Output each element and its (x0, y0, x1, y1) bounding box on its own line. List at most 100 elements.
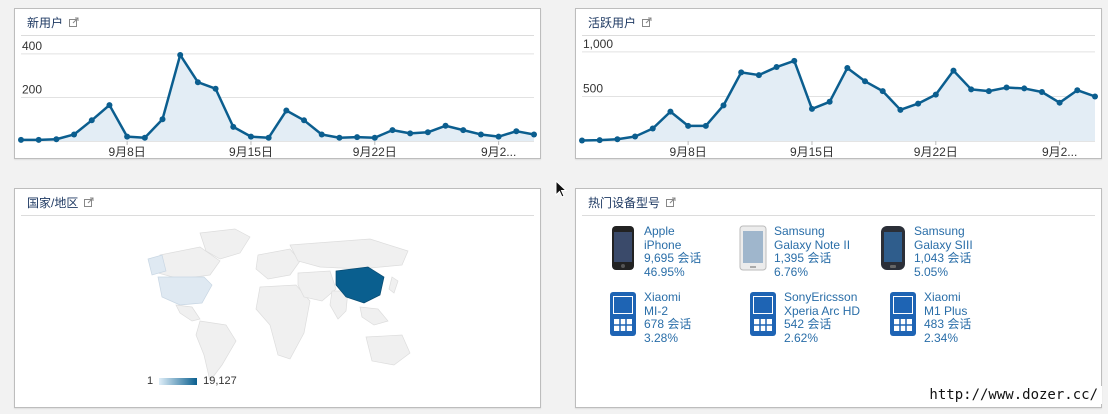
data-point (879, 88, 886, 95)
x-tick-label: 9月8日 (669, 145, 706, 159)
device-model[interactable]: Galaxy Note II (774, 238, 850, 253)
data-point (265, 134, 272, 141)
data-point (844, 64, 851, 71)
device-sessions: 1,395 会话 (774, 251, 832, 266)
device-item[interactable]: SonyEricsson Xperia Arc HD 542 会话 2.62% (746, 290, 886, 351)
x-tick-label: 9月8日 (108, 145, 145, 159)
data-point (495, 133, 502, 140)
device-percent: 5.05% (914, 264, 949, 279)
panel-title: 国家/地区 (27, 195, 79, 210)
data-point (336, 134, 343, 141)
data-point (442, 122, 449, 129)
data-point (88, 117, 95, 124)
data-point (18, 136, 24, 143)
legend-max: 19,127 (203, 375, 237, 387)
data-point (950, 67, 957, 74)
data-point (755, 72, 762, 79)
series-area (582, 60, 1095, 141)
device-model[interactable]: Xperia Arc HD (784, 304, 860, 319)
map-region-south-america[interactable] (195, 320, 237, 382)
device-item[interactable]: Xiaomi MI-2 678 会话 3.28% (606, 290, 736, 351)
external-link-icon[interactable] (84, 197, 94, 207)
data-point (932, 91, 939, 98)
external-link-icon[interactable] (666, 197, 676, 207)
device-brand[interactable]: Xiaomi (924, 290, 971, 305)
legend-gradient (159, 377, 198, 385)
x-tick-label: 9月2... (481, 145, 516, 159)
iphone-image (612, 226, 634, 270)
y-tick-label: 400 (22, 39, 42, 53)
device-sessions: 9,695 会话 (644, 251, 702, 266)
data-point (301, 117, 308, 124)
x-tick-label: 9月22日 (914, 145, 958, 159)
data-point (194, 79, 201, 86)
device-item[interactable]: Samsung Galaxy SIII 1,043 会话 5.05% (876, 224, 1006, 285)
data-point (632, 133, 639, 140)
y-tick-label: 500 (583, 81, 603, 95)
device-text: Samsung Galaxy Note II 1,395 会话 6.76% (774, 224, 850, 279)
data-point (371, 134, 378, 141)
data-point (283, 107, 290, 114)
x-tick-label: 9月2... (1042, 145, 1077, 159)
map-region-russia[interactable] (289, 238, 409, 270)
data-point (614, 136, 621, 143)
device-percent: 46.95% (644, 264, 685, 279)
data-point (685, 122, 692, 129)
galaxy-s3-image (881, 226, 905, 270)
data-point (862, 78, 869, 85)
new-users-panel: 新用户 200 400 9月8日 9月15日 9月22日 9月2... (14, 8, 541, 159)
data-point (513, 128, 520, 135)
external-link-icon[interactable] (642, 17, 652, 27)
data-point (985, 88, 992, 95)
data-point (968, 86, 975, 93)
data-point (35, 136, 42, 143)
data-point (531, 131, 537, 138)
device-model[interactable]: Galaxy SIII (914, 238, 973, 253)
y-tick-label: 200 (22, 82, 42, 96)
map-region-japan[interactable] (388, 276, 399, 294)
data-point (53, 136, 60, 143)
data-point (1003, 84, 1010, 91)
panel-title: 热门设备型号 (588, 195, 661, 210)
country-panel: 国家/地区 1 19,127 (14, 188, 541, 408)
data-point (177, 51, 184, 58)
device-brand[interactable]: Xiaomi (644, 290, 691, 305)
data-point (1056, 99, 1063, 106)
data-point (915, 100, 922, 107)
device-item[interactable]: Apple iPhone 9,695 会话 46.95% (606, 224, 736, 285)
device-item[interactable]: Samsung Galaxy Note II 1,395 会话 6.76% (736, 224, 866, 285)
data-point (667, 108, 674, 115)
y-tick-label: 1,000 (583, 37, 613, 51)
data-point (424, 129, 431, 136)
external-link-icon[interactable] (69, 17, 79, 27)
data-point (702, 122, 709, 129)
device-percent: 2.34% (924, 330, 959, 345)
device-item[interactable]: Xiaomi M1 Plus 483 会话 2.34% (886, 290, 1016, 351)
map-region-central-america[interactable] (175, 304, 201, 322)
device-model[interactable]: MI-2 (644, 304, 691, 319)
map-region-southeast-asia[interactable] (359, 306, 389, 326)
map-region-middle-east[interactable] (297, 270, 337, 302)
panel-header: 热门设备型号 (582, 189, 1095, 216)
map-region-europe[interactable] (255, 248, 301, 280)
device-brand[interactable]: Samsung (914, 224, 973, 239)
device-grid: Apple iPhone 9,695 会话 46.95% Samsung Gal… (606, 224, 1106, 361)
data-point (1021, 85, 1028, 92)
device-sessions: 678 会话 (644, 317, 692, 332)
map-region-usa[interactable] (157, 276, 213, 306)
data-point (773, 64, 780, 71)
device-brand[interactable]: Samsung (774, 224, 850, 239)
new-users-chart: 200 400 9月8日 9月15日 9月22日 9月2... (18, 39, 537, 159)
device-brand[interactable]: SonyEricsson (784, 290, 860, 305)
legend-min: 1 (147, 375, 154, 387)
data-point (407, 130, 414, 137)
device-brand[interactable]: Apple (644, 224, 701, 239)
map-region-australia[interactable] (365, 334, 411, 366)
device-model[interactable]: M1 Plus (924, 304, 971, 319)
map-region-africa[interactable] (255, 284, 311, 360)
device-model[interactable]: iPhone (644, 238, 701, 253)
device-text: Samsung Galaxy SIII 1,043 会话 5.05% (914, 224, 973, 279)
world-map[interactable] (140, 225, 420, 385)
x-tick-label: 9月15日 (790, 145, 834, 159)
data-point (247, 133, 254, 140)
